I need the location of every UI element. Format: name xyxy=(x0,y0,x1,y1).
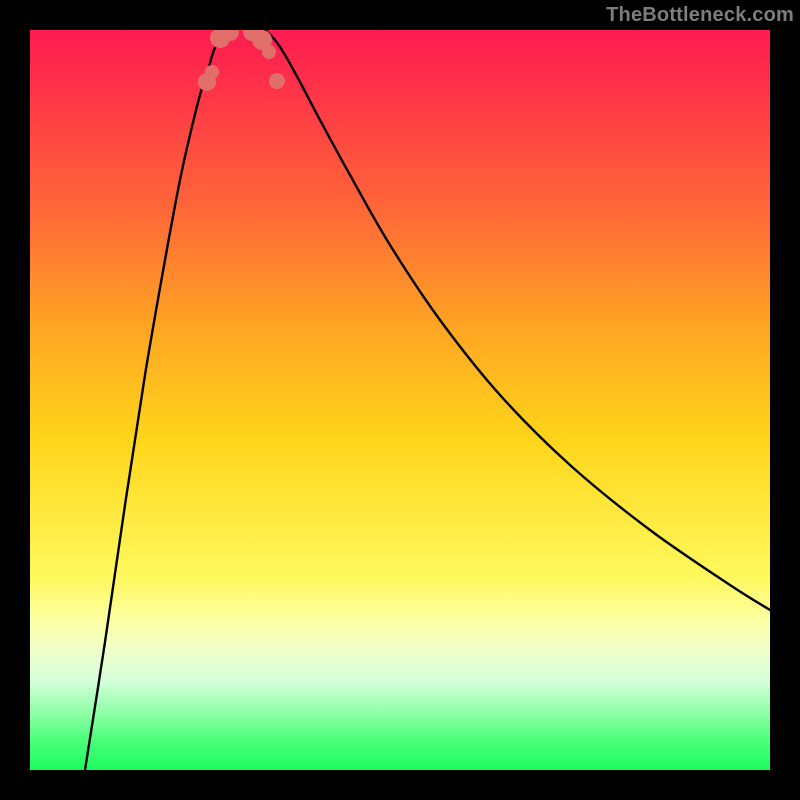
valley-marker xyxy=(262,45,276,59)
left-curve xyxy=(85,30,235,770)
valley-marker xyxy=(205,65,219,79)
right-curve xyxy=(265,30,770,610)
curve-layer xyxy=(30,30,770,770)
valley-marker xyxy=(269,73,285,89)
watermark-text: TheBottleneck.com xyxy=(606,4,794,27)
plot-area xyxy=(30,30,770,770)
chart-frame: TheBottleneck.com xyxy=(0,0,800,800)
